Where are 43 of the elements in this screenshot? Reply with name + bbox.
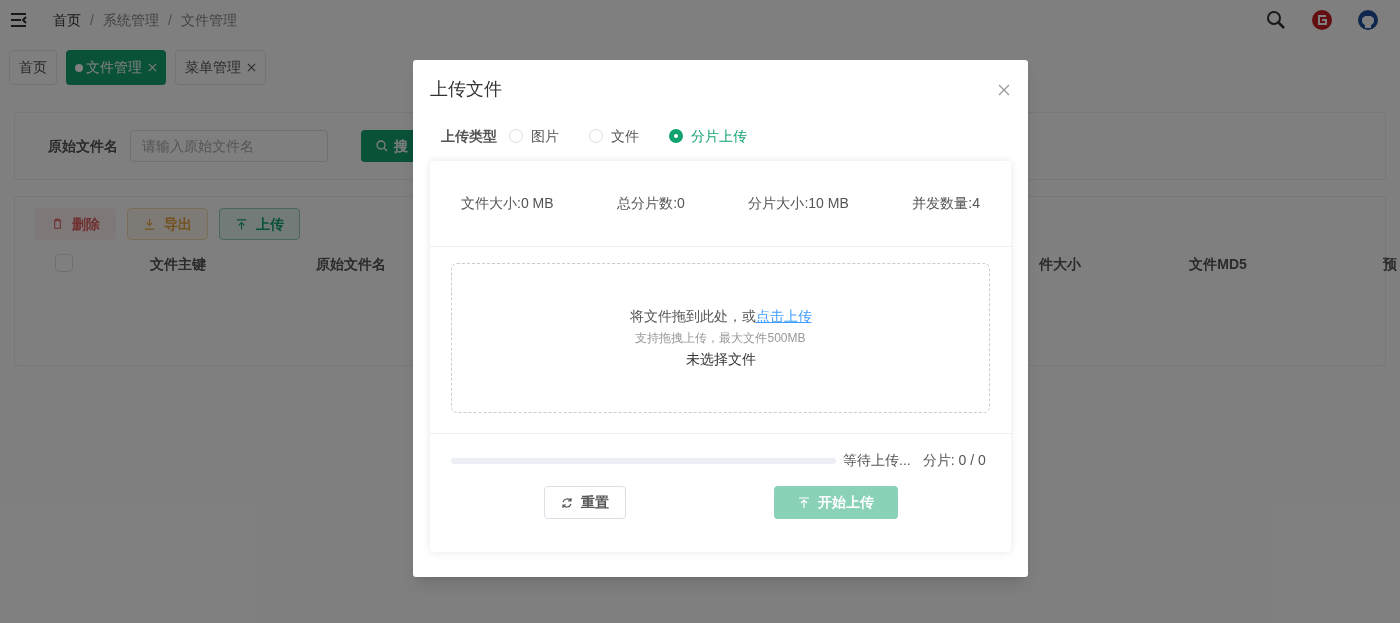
toolbar-button[interactable]: 上传: [219, 208, 300, 240]
radio-button[interactable]: [669, 129, 683, 143]
trash-icon: [51, 217, 64, 231]
stat-text: 文件大小:0 MB: [461, 194, 554, 213]
hint-text: 支持拖拽上传，最大文件500MB: [635, 330, 806, 347]
close-icon[interactable]: [247, 63, 256, 72]
radio-option[interactable]: 文件: [589, 125, 639, 147]
drop-zone[interactable]: 将文件拖到此处，或点击上传 支持拖拽上传，最大文件500MB 未选择文件: [451, 263, 990, 413]
progress-status: 等待上传...: [843, 451, 911, 470]
dialog-title: 上传文件: [430, 78, 502, 101]
search-icon: [376, 140, 388, 152]
chunk-count: 分片: 0 / 0: [922, 451, 986, 470]
stat-text: 分片大小:10 MB: [748, 194, 849, 213]
stat-text: 总分片数:0: [617, 194, 685, 213]
breadcrumb-separator: /: [167, 10, 172, 30]
search-icon[interactable]: [1266, 10, 1286, 30]
file-status: 未选择文件: [685, 350, 756, 369]
upload-icon: [798, 496, 810, 509]
column-header: 文件MD5: [1189, 255, 1247, 274]
upload-link[interactable]: 点击上传: [755, 308, 812, 324]
tab[interactable]: 文件管理: [66, 50, 166, 85]
logo-icon[interactable]: [1312, 10, 1332, 30]
radio-option[interactable]: 分片上传: [669, 125, 747, 147]
reset-button[interactable]: 重置: [544, 486, 626, 519]
close-icon[interactable]: [998, 83, 1010, 96]
menu-icon[interactable]: [10, 12, 28, 28]
breadcrumb-link[interactable]: 首页: [53, 9, 81, 31]
drop-zone-text: 将文件拖到此处，或点击上传: [629, 307, 812, 326]
field-label: 原始文件名: [48, 136, 118, 156]
column-header: 件大小: [1039, 255, 1081, 274]
column-header: 文件主键: [150, 255, 206, 274]
tab[interactable]: 首页: [9, 50, 57, 85]
field-label: 上传类型: [441, 126, 497, 146]
download-icon: [143, 217, 156, 231]
radio-option[interactable]: 图片: [509, 125, 559, 147]
breadcrumb-separator: /: [90, 10, 94, 30]
column-header: 预: [1383, 255, 1397, 274]
column-header: 原始文件名: [316, 255, 386, 274]
refresh-icon: [561, 496, 573, 509]
tab[interactable]: 菜单管理: [175, 50, 266, 85]
upload-icon: [235, 217, 248, 231]
github-icon[interactable]: [1358, 10, 1378, 30]
stat-text: 并发数量:4: [912, 194, 980, 213]
